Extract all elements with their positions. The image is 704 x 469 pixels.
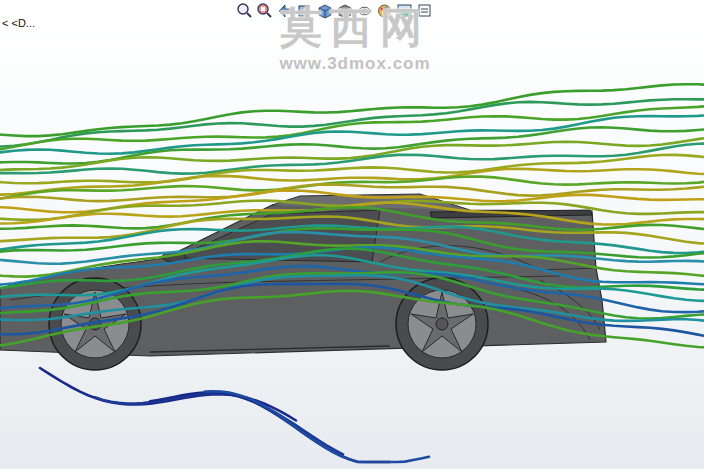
zoom-area-icon[interactable] (256, 2, 273, 19)
streamline (150, 392, 390, 462)
car-model[interactable] (0, 194, 606, 370)
streamline (0, 228, 704, 257)
streamline (0, 247, 704, 285)
view-toolbar (236, 2, 433, 19)
appearance-icon[interactable] (376, 2, 393, 19)
view-orientation-icon[interactable] (316, 2, 333, 19)
streamline (0, 255, 704, 301)
flow-canvas[interactable] (0, 0, 704, 469)
streamline (40, 368, 296, 421)
streamline (0, 184, 704, 201)
streamline (0, 203, 704, 225)
watermark-url: www.3dmox.com (240, 54, 470, 74)
streamline (0, 291, 704, 348)
streamline (205, 391, 429, 462)
watermark: 莫西网 www.3dmox.com (240, 4, 470, 75)
streamline (95, 393, 343, 454)
scene-icon[interactable] (396, 2, 413, 19)
display-style-icon[interactable] (336, 2, 353, 19)
streamline (0, 275, 704, 321)
front-wheel (49, 278, 141, 370)
breadcrumb[interactable]: < <D... (0, 17, 37, 30)
watermark-logo: 莫西网 (240, 4, 470, 52)
section-view-icon[interactable] (296, 2, 313, 19)
hide-show-icon[interactable] (356, 2, 373, 19)
previous-view-icon[interactable] (276, 2, 293, 19)
view-settings-icon[interactable] (416, 2, 433, 19)
streamline (0, 137, 704, 170)
zoom-fit-icon[interactable] (236, 2, 253, 19)
graphics-viewport[interactable]: < <D... 莫西网 www.3dmox.com (0, 0, 704, 469)
